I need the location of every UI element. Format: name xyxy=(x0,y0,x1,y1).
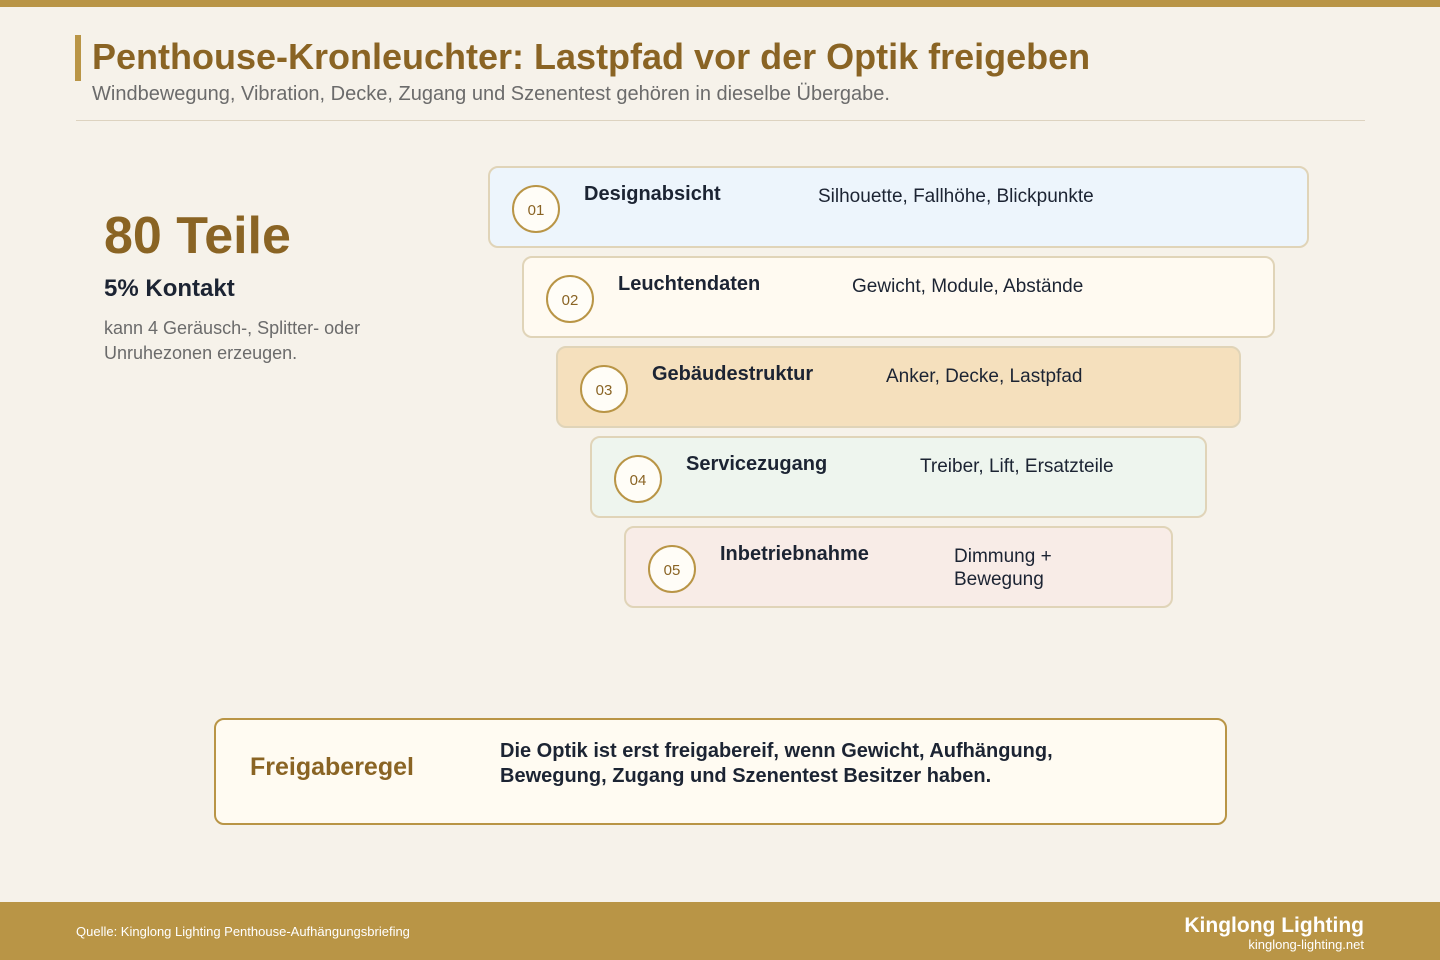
kpi-note: kann 4 Geräusch-, Splitter- oder Unruhez… xyxy=(104,318,361,363)
step-title: Leuchtendaten xyxy=(618,273,761,295)
footer-source: Quelle: Kinglong Lighting Penthouse-Aufh… xyxy=(76,924,410,939)
step-card-designabsicht: 01 Designabsicht Silhouette, Fallhöhe, B… xyxy=(488,166,1309,248)
step-title: Designabsicht xyxy=(584,183,721,205)
step-number-badge: 04 xyxy=(614,455,662,503)
kpi-label: 5% Kontakt xyxy=(104,275,235,302)
step-description: Dimmung + Bewegung xyxy=(954,546,1052,590)
approval-rule-label: Freigaberegel xyxy=(250,753,414,781)
page-subtitle: Windbewegung, Vibration, Decke, Zugang u… xyxy=(92,83,890,105)
footer-url: kinglong-lighting.net xyxy=(1248,937,1364,952)
step-number-badge: 02 xyxy=(546,275,594,323)
step-card-inbetriebnahme: 05 Inbetriebnahme Dimmung + Bewegung xyxy=(624,526,1173,608)
step-title: Gebäudestruktur xyxy=(652,363,814,385)
step-description: Anker, Decke, Lastpfad xyxy=(886,366,1083,387)
top-accent-bar xyxy=(0,0,1440,7)
step-number-badge: 01 xyxy=(512,185,560,233)
step-description: Silhouette, Fallhöhe, Blickpunkte xyxy=(818,186,1094,207)
kpi-value: 80 Teile xyxy=(104,207,291,265)
step-title: Servicezugang xyxy=(686,453,828,475)
step-card-servicezugang: 04 Servicezugang Treiber, Lift, Ersatzte… xyxy=(590,436,1207,518)
approval-rule-box: Freigaberegel Die Optik ist erst freigab… xyxy=(214,718,1227,825)
step-number-badge: 05 xyxy=(648,545,696,593)
step-card-gebaeudestruktur: 03 Gebäudestruktur Anker, Decke, Lastpfa… xyxy=(556,346,1241,428)
footer-bar: Quelle: Kinglong Lighting Penthouse-Aufh… xyxy=(0,902,1440,960)
title-accent-bar xyxy=(75,35,81,81)
step-description: Gewicht, Module, Abstände xyxy=(852,276,1084,297)
step-description: Treiber, Lift, Ersatzteile xyxy=(920,456,1114,477)
footer-brand: Kinglong Lighting xyxy=(1184,914,1364,937)
page-title: Penthouse-Kronleuchter: Lastpfad vor der… xyxy=(92,36,1091,77)
approval-rule-text: Die Optik ist erst freigabereif, wenn Ge… xyxy=(500,740,1053,787)
step-card-leuchtendaten: 02 Leuchtendaten Gewicht, Module, Abstän… xyxy=(522,256,1275,338)
header-divider xyxy=(76,120,1365,121)
step-number-badge: 03 xyxy=(580,365,628,413)
step-title: Inbetriebnahme xyxy=(720,543,869,565)
